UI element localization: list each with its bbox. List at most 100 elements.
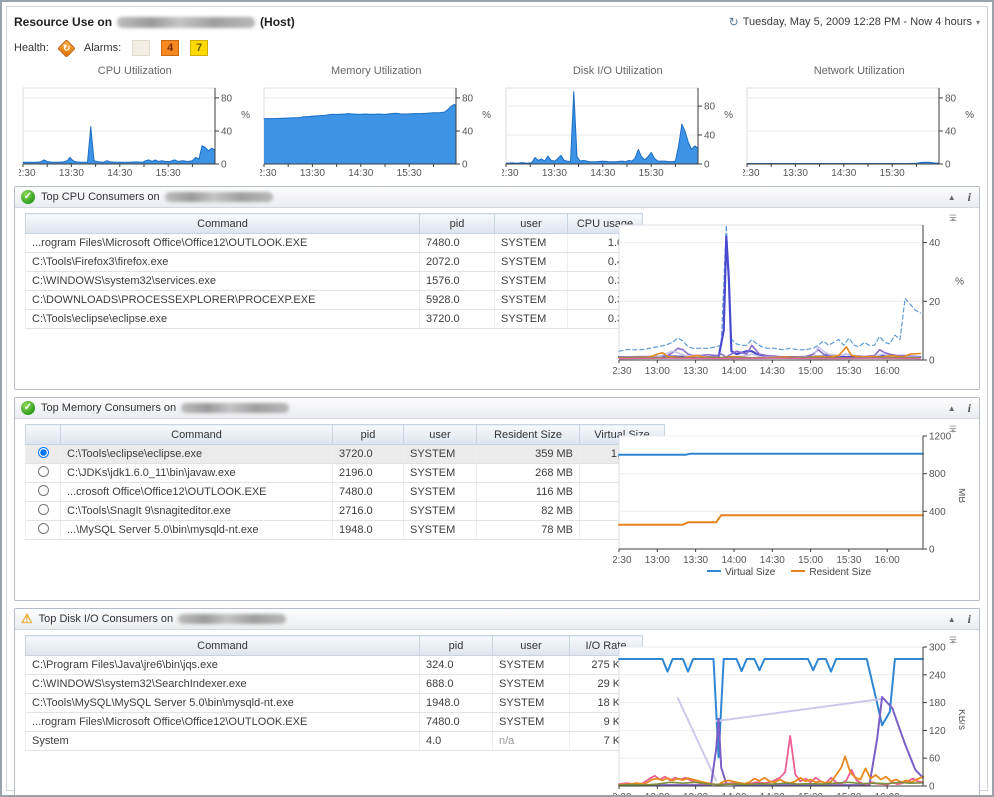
column-header-user[interactable]: user [404, 425, 477, 445]
row-select-radio[interactable] [38, 504, 49, 515]
table-header-row: CommandpiduserResident SizeVirtual Size [26, 425, 665, 445]
info-icon[interactable]: i [968, 612, 971, 627]
table-row[interactable]: System4.0n/a7 KB/s [26, 732, 643, 751]
svg-text:16:00: 16:00 [875, 366, 900, 377]
table-row[interactable]: C:\Tools\eclipse\eclipse.exe3720.0SYSTEM… [26, 445, 665, 464]
svg-text:15:30: 15:30 [397, 168, 422, 179]
row-select-radio[interactable] [38, 485, 49, 496]
svg-text:15:30: 15:30 [880, 168, 905, 179]
top-disk-io-consumers-header: ⚠ Top Disk I/O Consumers on ▲ i [15, 609, 979, 630]
svg-text:240: 240 [929, 670, 946, 681]
svg-text:80: 80 [462, 93, 474, 104]
row-select-cell [26, 464, 61, 483]
table-row[interactable]: C:\Program Files\Java\jre6\bin\jqs.exe32… [26, 656, 643, 675]
svg-text:15:00: 15:00 [798, 555, 823, 566]
chart-options-icon[interactable]: ☰▾ [949, 426, 957, 434]
svg-text:%: % [955, 277, 964, 288]
svg-text:13:00: 13:00 [645, 555, 670, 566]
chart-options-icon[interactable]: ☰▾ [949, 215, 957, 223]
disk-utilization-sparkline: 04080%12:3013:3014:3015:30 [502, 83, 734, 179]
collapse-panel-icon[interactable]: ▲ [948, 615, 956, 624]
svg-text:12:30: 12:30 [613, 792, 632, 797]
svg-text:15:30: 15:30 [836, 366, 861, 377]
alarm-count-caution[interactable]: 7 [190, 40, 208, 56]
svg-text:%: % [482, 110, 491, 121]
table-row[interactable]: C:\WINDOWS\system32\SearchIndexer.exe688… [26, 675, 643, 694]
cell-resident-size: 78 MB [477, 521, 580, 540]
time-range-selector[interactable]: ↻ Tuesday, May 5, 2009 12:28 PM - Now 4 … [729, 15, 980, 29]
redacted-hostname [117, 17, 255, 28]
cell-command: ...crosoft Office\Office12\OUTLOOK.EXE [61, 483, 333, 502]
column-header-user[interactable]: user [493, 636, 570, 656]
column-header-pid[interactable]: pid [420, 214, 495, 234]
collapse-panel-icon[interactable]: ▲ [948, 193, 956, 202]
cell-user: SYSTEM [404, 521, 477, 540]
table-row[interactable]: C:\Tools\Firefox3\firefox.exe2072.0SYSTE… [26, 253, 643, 272]
column-header-command[interactable]: Command [61, 425, 333, 445]
legend-swatch [791, 570, 805, 572]
cell-pid: 3720.0 [333, 445, 404, 464]
collapse-panel-icon[interactable]: ▲ [948, 404, 956, 413]
cell-user: SYSTEM [495, 310, 568, 329]
svg-text:120: 120 [929, 726, 946, 737]
row-select-radio[interactable] [38, 523, 49, 534]
cell-command: ...rogram Files\Microsoft Office\Office1… [26, 234, 420, 253]
memory-consumers-table-container: CommandpiduserResident SizeVirtual SizeC… [25, 424, 607, 596]
cell-user: n/a [493, 732, 570, 751]
column-header-command[interactable]: Command [26, 214, 420, 234]
row-select-radio[interactable] [38, 466, 49, 477]
disk-io-consumers-chart-area: ☰▾ 060120180240300KB/s12:3013:0013:3014:… [607, 635, 971, 797]
svg-text:13:30: 13:30 [683, 366, 708, 377]
table-row[interactable]: ...crosoft Office\Office12\OUTLOOK.EXE74… [26, 483, 665, 502]
svg-text:15:30: 15:30 [155, 168, 180, 179]
top-cpu-consumers-header: ✓ Top CPU Consumers on ▲ i [15, 187, 979, 208]
table-row[interactable]: C:\WINDOWS\system32\services.exe1576.0SY… [26, 272, 643, 291]
svg-text:%: % [724, 110, 733, 121]
svg-text:180: 180 [929, 698, 946, 709]
alarm-count-warning[interactable]: 4 [161, 40, 179, 56]
table-row[interactable]: ...\MySQL Server 5.0\bin\mysqld-nt.exe19… [26, 521, 665, 540]
svg-text:40: 40 [929, 238, 941, 249]
svg-text:14:30: 14:30 [349, 168, 374, 179]
svg-text:13:30: 13:30 [683, 792, 708, 797]
column-header-command[interactable]: Command [26, 636, 420, 656]
info-icon[interactable]: i [968, 190, 971, 205]
cell-pid: 1948.0 [333, 521, 404, 540]
table-row[interactable]: C:\Tools\SnagIt 9\snagiteditor.exe2716.0… [26, 502, 665, 521]
svg-text:12:30: 12:30 [613, 555, 632, 566]
table-row[interactable]: C:\Tools\eclipse\eclipse.exe3720.0SYSTEM… [26, 310, 643, 329]
row-select-cell [26, 502, 61, 521]
alarm-count-normal[interactable] [132, 40, 150, 56]
chart-options-icon[interactable]: ☰▾ [949, 637, 957, 645]
top-cpu-consumers-panel: ✓ Top CPU Consumers on ▲ i Commandpiduse… [14, 186, 980, 390]
cell-user: SYSTEM [493, 656, 570, 675]
svg-text:12:30: 12:30 [743, 168, 760, 179]
page-title: Resource Use on (Host) [14, 15, 295, 29]
cell-command: C:\JDKs\jdk1.6.0_11\bin\javaw.exe [61, 464, 333, 483]
chevron-down-icon: ▾ [976, 18, 980, 27]
column-header-pid[interactable]: pid [333, 425, 404, 445]
disk-utilization-block: Disk I/O Utilization 04080%12:3013:3014:… [497, 63, 739, 179]
table-row[interactable]: ...rogram Files\Microsoft Office\Office1… [26, 713, 643, 732]
cell-user: SYSTEM [493, 694, 570, 713]
column-header-pid[interactable]: pid [420, 636, 493, 656]
cell-pid: 3720.0 [420, 310, 495, 329]
table-row[interactable]: C:\JDKs\jdk1.6.0_11\bin\javaw.exe2196.0S… [26, 464, 665, 483]
info-icon[interactable]: i [968, 401, 971, 416]
health-warning-icon[interactable]: ↻ [57, 39, 75, 57]
svg-text:14:30: 14:30 [760, 555, 785, 566]
disk-io-consumers-table-container: CommandpiduserI/O RateC:\Program Files\J… [25, 635, 607, 797]
column-header-resident-size[interactable]: Resident Size [477, 425, 580, 445]
table-header-row: CommandpiduserI/O Rate [26, 636, 643, 656]
row-select-radio[interactable] [38, 447, 49, 458]
column-header-user[interactable]: user [495, 214, 568, 234]
title-bar: Resource Use on (Host) ↻ Tuesday, May 5,… [14, 12, 980, 32]
cpu-consumers-table-container: CommandpiduserCPU usage...rogram Files\M… [25, 213, 607, 385]
svg-text:0: 0 [704, 160, 710, 171]
table-row[interactable]: C:\Tools\MySQL\MySQL Server 5.0\bin\mysq… [26, 694, 643, 713]
status-ok-icon: ✓ [21, 401, 35, 415]
row-select-cell [26, 445, 61, 464]
table-row[interactable]: ...rogram Files\Microsoft Office\Office1… [26, 234, 643, 253]
table-row[interactable]: C:\DOWNLOADS\PROCESSEXPLORER\PROCEXP.EXE… [26, 291, 643, 310]
status-warning-icon: ⚠ [21, 612, 33, 626]
